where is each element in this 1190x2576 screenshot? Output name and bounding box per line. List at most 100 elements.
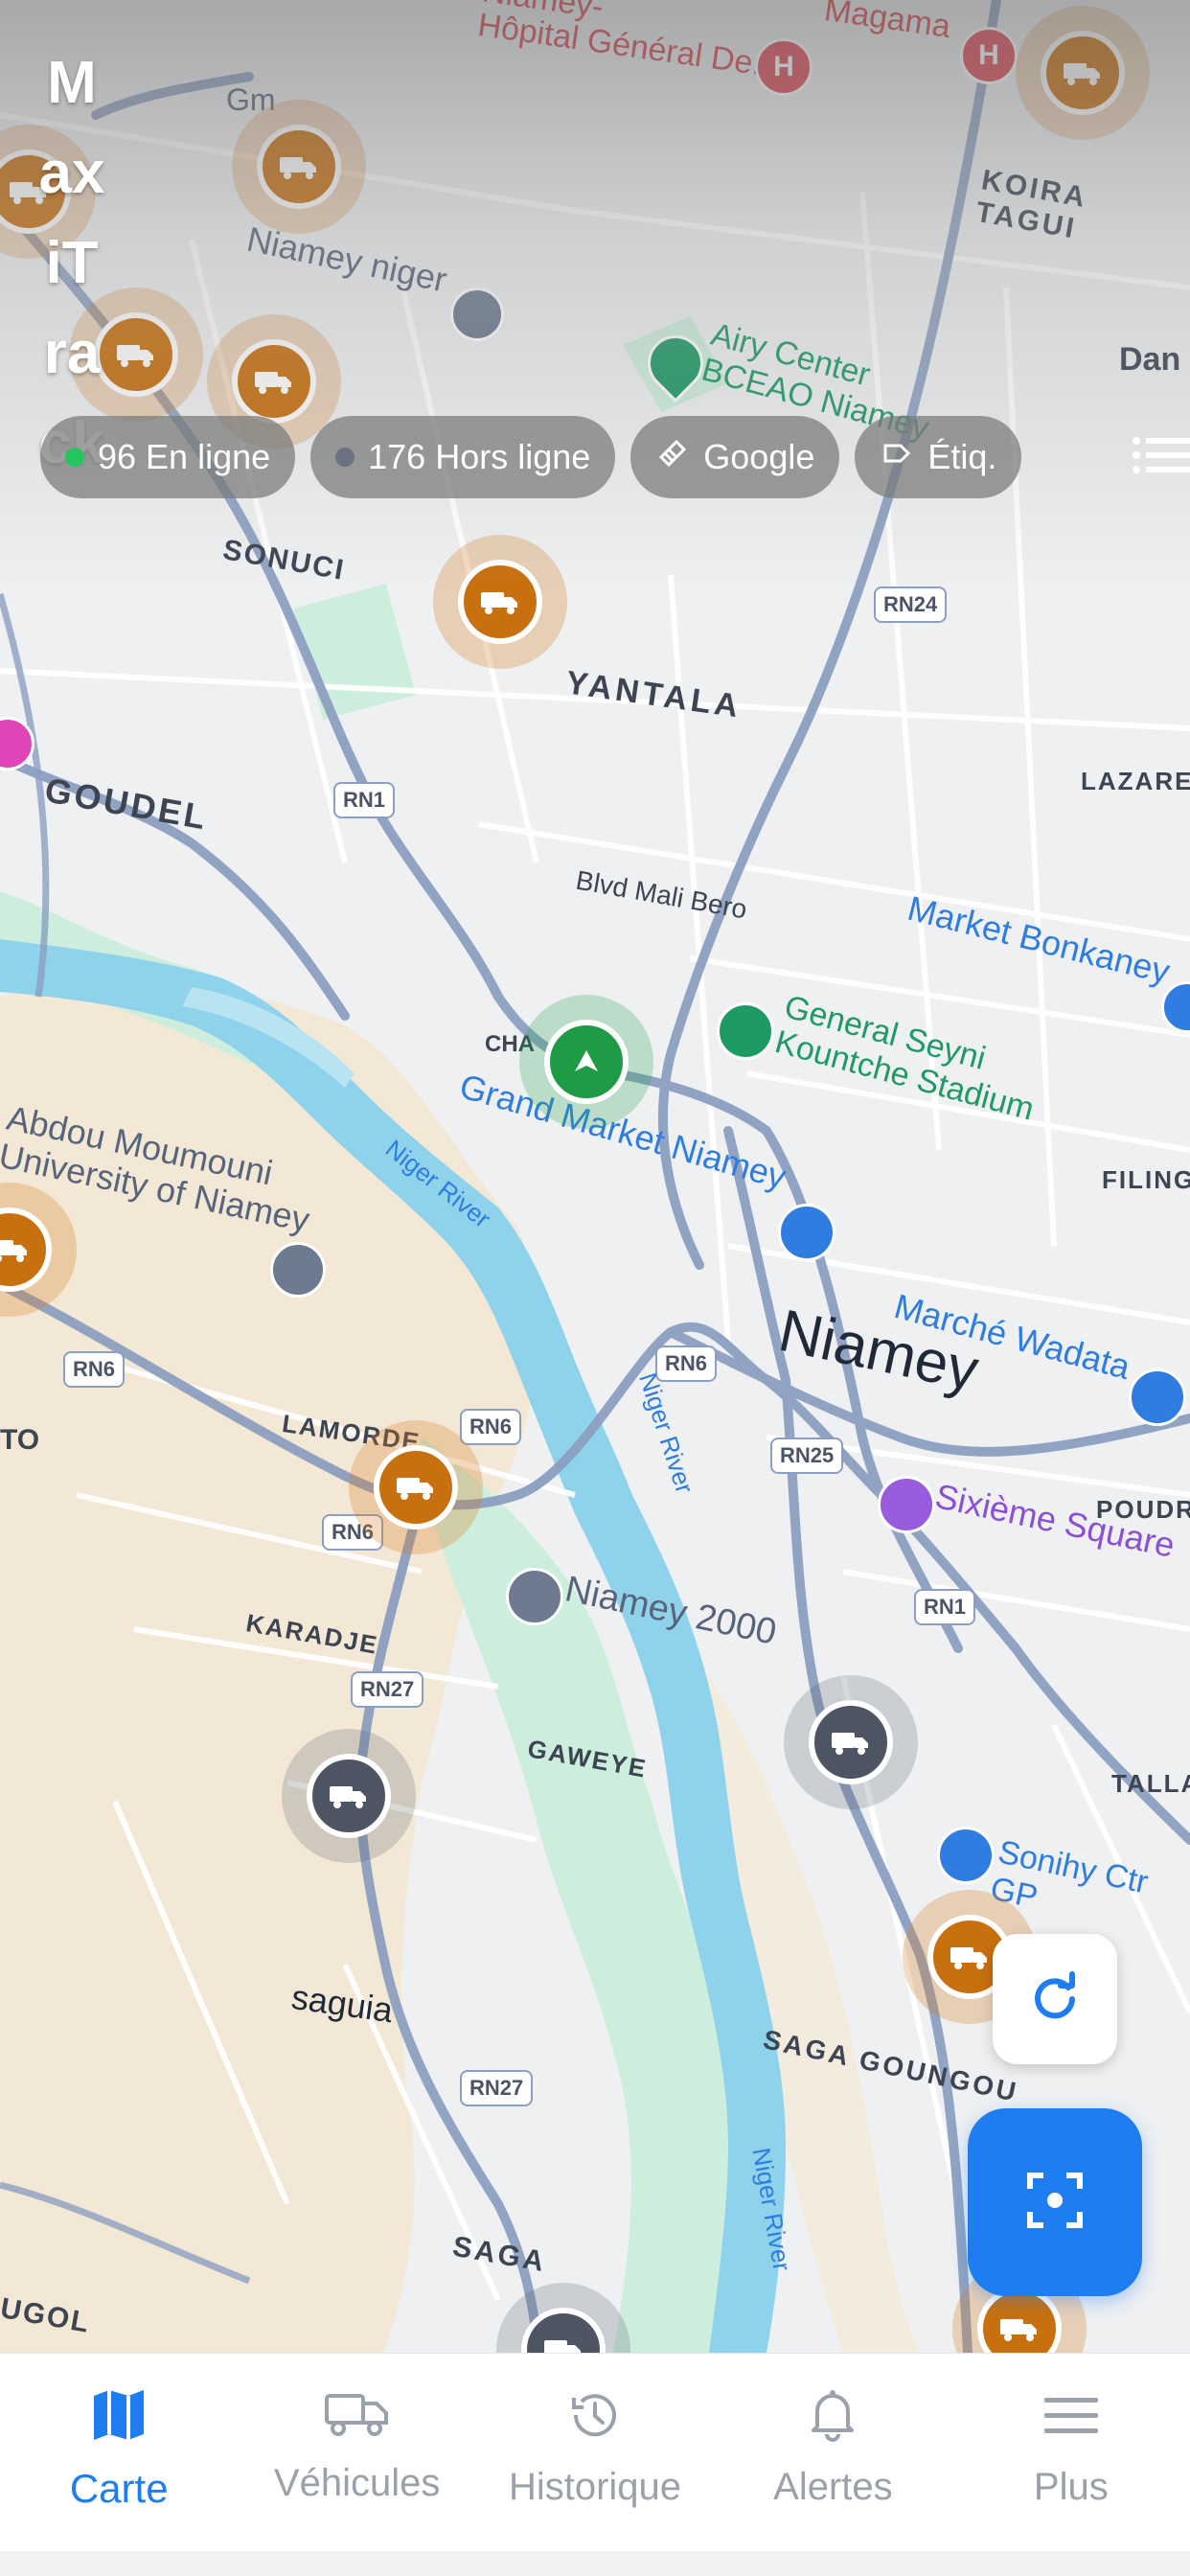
cart-icon-2 <box>1129 1368 1186 1426</box>
focus-icon <box>1024 2170 1086 2236</box>
vehicle-marker-moving[interactable] <box>519 995 653 1129</box>
map-label-hospital: Niamey- Hôpital Général De... <box>475 0 783 85</box>
cart-icon <box>778 1204 835 1261</box>
building-icon <box>506 1568 563 1625</box>
offline-chip-label: 176 Hors ligne <box>368 437 591 476</box>
vehicle-marker[interactable] <box>1016 6 1150 140</box>
labels-chip[interactable]: Étiq. <box>855 416 1022 498</box>
map-label-ugol: UGOL <box>0 2292 93 2339</box>
vehicle-marker[interactable] <box>433 535 567 669</box>
menu-icon <box>1041 2384 1102 2450</box>
truck-icon <box>1041 31 1125 115</box>
map-label-niger-river-1: Niger River <box>379 1134 496 1233</box>
map-label-filingue: FILINGUE <box>1102 1165 1190 1194</box>
truck-icon <box>232 339 316 424</box>
poi-pink-icon <box>0 717 34 770</box>
truck-icon <box>307 1754 391 1838</box>
fuel-icon <box>937 1827 995 1884</box>
offline-dot-icon <box>335 448 355 467</box>
nav-tab-historique[interactable]: Historique <box>476 2354 714 2552</box>
vehicle-marker[interactable] <box>349 1420 483 1554</box>
map-label-magama: Magama <box>822 0 953 46</box>
map-label-saga: SAGA <box>449 2230 549 2279</box>
nav-tab-alertes[interactable]: Alertes <box>714 2354 951 2552</box>
university-icon <box>270 1242 326 1298</box>
navigation-arrow-icon <box>544 1020 629 1104</box>
nav-tab-vehicules[interactable]: Véhicules <box>238 2354 475 2552</box>
truck-icon <box>458 560 542 644</box>
map-label-yantala: YANTALA <box>563 664 744 725</box>
map-label-general-seyni: General Seyni Kountche Stadium <box>770 988 1039 1128</box>
map-label-rn1-a: RN1 <box>333 782 396 818</box>
map-label-talladje: TALLADJE <box>1111 1769 1190 1798</box>
nav-label-plus: Plus <box>1033 2466 1109 2508</box>
map-label-rn27-a: RN27 <box>351 1671 424 1708</box>
refresh-button[interactable] <box>993 1934 1117 2064</box>
map-layers-icon <box>655 436 690 479</box>
map-label-gaweye: GAWEYE <box>525 1734 650 1783</box>
map-label-saga-goungou: SAGA GOUNGOU <box>760 2024 1021 2107</box>
map-label-sonuci: SONUCI <box>220 534 348 586</box>
history-icon <box>564 2384 626 2450</box>
hospital-icon-2: H <box>960 27 1018 84</box>
app-screen: Niamey- Hôpital Général De... H Magama H… <box>0 0 1190 2576</box>
truck-icon <box>257 125 341 209</box>
refresh-icon <box>1026 1968 1084 2031</box>
map-label-niamey-niger: Niamey niger <box>243 218 451 300</box>
bottom-navigation: Carte Véhicules Historique Alertes Plus <box>0 2353 1190 2552</box>
list-view-button[interactable] <box>1131 433 1190 481</box>
map-label-rn1-b: RN1 <box>914 1589 976 1625</box>
map-label-market-bonkaney: Market Bonkaney <box>904 887 1175 992</box>
truck-icon <box>809 1700 893 1784</box>
map-label-poudriere: POUDRIERE <box>1096 1495 1190 1524</box>
map-label-saguia: saguia <box>288 1976 396 2031</box>
shopping-icon <box>878 1476 935 1533</box>
map-label-rn25: RN25 <box>770 1438 844 1474</box>
map-label-karadje: KARADJE <box>243 1608 381 1660</box>
map-label-niamey-2000: Niamey 2000 <box>561 1569 780 1653</box>
map-label-blvd-mali-bero: Blvd Mali Bero <box>573 864 749 925</box>
map-label-niger-river-2: Niger River <box>633 1368 699 1497</box>
map-label-rn27-b: RN27 <box>460 2070 534 2106</box>
online-chip-label: 96 En ligne <box>98 437 271 476</box>
vehicle-marker-offline[interactable] <box>784 1675 918 1809</box>
truck-icon <box>94 312 178 397</box>
market-icon <box>1161 981 1190 1033</box>
labels-chip-label: Étiq. <box>927 437 997 476</box>
map-label-niger-river-3: Niger River <box>746 2145 797 2274</box>
map-label-dan: Dan <box>1119 341 1181 378</box>
map-label-lazaret: LAZARET <box>1081 767 1190 795</box>
truck-icon <box>323 2384 392 2447</box>
map-icon <box>88 2384 149 2450</box>
bell-icon <box>802 2384 863 2450</box>
map-label-goudel: GOUDEL <box>41 770 212 838</box>
map-label-rn24: RN24 <box>874 586 948 623</box>
nav-label-vehicules: Véhicules <box>273 2462 441 2504</box>
map-type-label: Google <box>703 437 815 476</box>
map-label-koira-tagui: KOIRA TAGUI <box>973 164 1089 245</box>
truck-icon <box>374 1445 458 1530</box>
map-label-rn6-b: RN6 <box>655 1346 718 1382</box>
nav-tab-plus[interactable]: Plus <box>952 2354 1190 2552</box>
nav-label-historique: Historique <box>508 2466 682 2508</box>
nav-label-carte: Carte <box>69 2466 169 2511</box>
stadium-icon <box>717 1002 774 1060</box>
map-label-rn6-c: RN6 <box>460 1409 522 1445</box>
vehicle-marker-offline[interactable] <box>282 1729 416 1863</box>
tag-icon <box>880 436 914 479</box>
fit-all-vehicles-button[interactable] <box>968 2108 1142 2296</box>
nav-label-alertes: Alertes <box>773 2466 893 2508</box>
map-type-chip[interactable]: Google <box>630 416 840 498</box>
school-icon <box>450 288 504 341</box>
hospital-icon: H <box>755 38 812 96</box>
online-dot-icon <box>65 448 84 467</box>
list-icon <box>1131 437 1190 481</box>
map-label-rn6-a: RN6 <box>63 1351 126 1388</box>
online-filter-chip[interactable]: 96 En ligne <box>40 416 296 498</box>
vehicle-marker[interactable] <box>232 100 366 234</box>
offline-filter-chip[interactable]: 176 Hors ligne <box>310 416 616 498</box>
nav-tab-carte[interactable]: Carte <box>0 2354 238 2552</box>
status-chip-bar: 96 En ligne 176 Hors ligne Google Étiq. <box>40 416 1022 498</box>
truck-icon <box>0 1208 52 1292</box>
map-label-to: TO <box>0 1424 40 1456</box>
